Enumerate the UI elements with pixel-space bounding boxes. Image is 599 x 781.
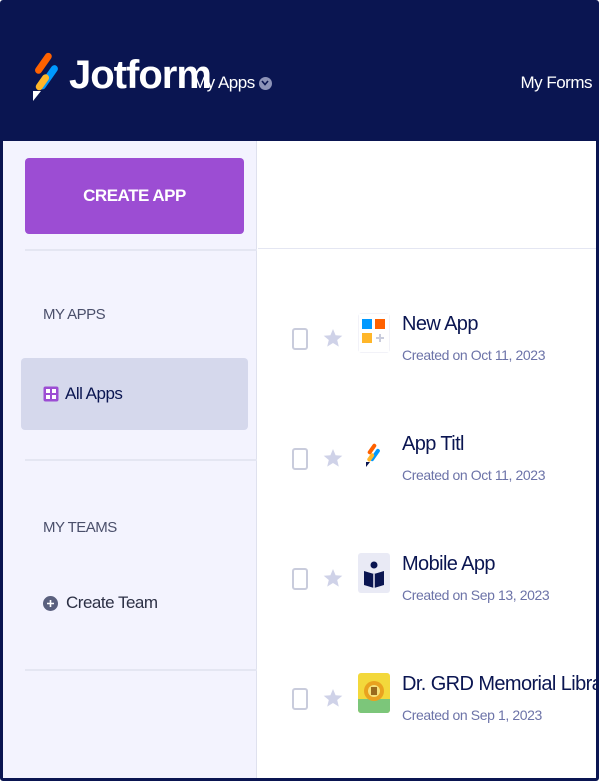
star-icon[interactable] xyxy=(322,567,344,589)
select-checkbox[interactable] xyxy=(292,688,308,710)
app-list-item[interactable]: New App Created on Oct 11, 2023 xyxy=(258,295,596,385)
library-emblem-icon xyxy=(358,673,390,713)
sidebar-item-all-apps[interactable]: All Apps xyxy=(21,358,248,430)
main-toolbar xyxy=(258,141,596,249)
app-created-date: Created on Sep 1, 2023 xyxy=(402,707,542,723)
star-icon[interactable] xyxy=(322,687,344,709)
create-app-button[interactable]: CREATE APP xyxy=(25,158,244,234)
jotform-logo-icon[interactable] xyxy=(31,49,61,103)
app-title[interactable]: Dr. GRD Memorial Library xyxy=(402,673,596,696)
app-title[interactable]: App Titl xyxy=(402,433,465,456)
star-icon[interactable] xyxy=(322,447,344,469)
sidebar-divider xyxy=(25,459,257,461)
my-teams-heading: MY TEAMS xyxy=(43,519,117,536)
top-header: Jotform My Apps My Forms xyxy=(3,3,596,141)
select-checkbox[interactable] xyxy=(292,328,308,350)
app-title[interactable]: Mobile App xyxy=(402,553,496,576)
create-team-label: Create Team xyxy=(66,593,158,612)
app-list-item[interactable]: Dr. GRD Memorial Library Created on Sep … xyxy=(258,655,596,745)
my-apps-dropdown-label: My Apps xyxy=(193,73,255,92)
app-window: Jotform My Apps My Forms CREATE APP MY A… xyxy=(0,0,599,781)
sidebar: CREATE APP MY APPS All Apps MY TEAMS Cre… xyxy=(3,141,257,778)
my-apps-dropdown[interactable]: My Apps xyxy=(193,73,272,93)
my-forms-link[interactable]: My Forms xyxy=(520,73,592,93)
jotform-logo-icon xyxy=(358,433,390,473)
app-created-date: Created on Sep 13, 2023 xyxy=(402,587,550,603)
select-checkbox[interactable] xyxy=(292,568,308,590)
sidebar-divider xyxy=(25,249,257,251)
app-title[interactable]: New App xyxy=(402,313,478,336)
chevron-down-icon xyxy=(258,76,272,90)
plus-icon xyxy=(43,595,58,611)
new-app-grid-icon xyxy=(358,313,390,353)
app-list-item[interactable]: Mobile App Created on Sep 13, 2023 xyxy=(258,535,596,625)
sidebar-item-label: All Apps xyxy=(65,384,123,403)
select-checkbox[interactable] xyxy=(292,448,308,470)
sidebar-divider xyxy=(25,669,257,671)
grid-icon xyxy=(43,386,59,402)
app-created-date: Created on Oct 11, 2023 xyxy=(402,467,546,483)
star-icon[interactable] xyxy=(322,327,344,349)
reader-book-icon xyxy=(358,553,390,593)
my-apps-heading: MY APPS xyxy=(43,306,106,323)
app-created-date: Created on Oct 11, 2023 xyxy=(402,347,546,363)
logo-wordmark[interactable]: Jotform xyxy=(69,53,212,98)
create-team-link[interactable]: Create Team xyxy=(43,593,158,613)
app-list-item[interactable]: App Titl Created on Oct 11, 2023 xyxy=(258,415,596,505)
